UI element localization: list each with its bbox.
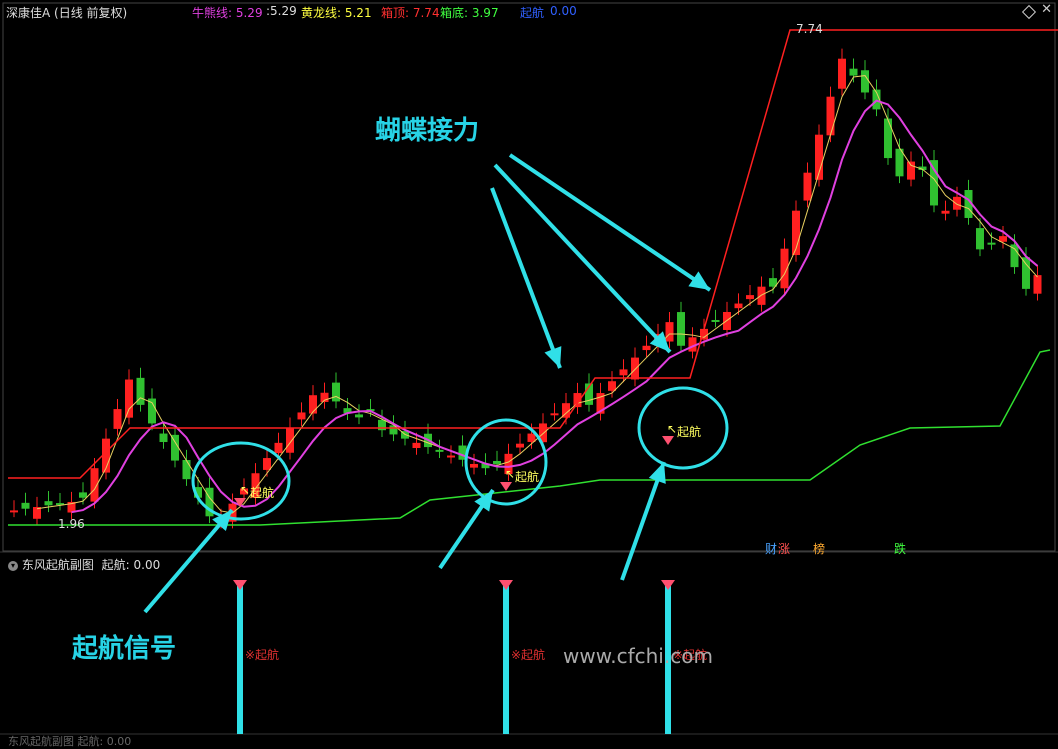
- candle-body: [470, 463, 478, 468]
- gem-icon: [500, 482, 512, 491]
- indicator-bull-bear: 牛熊线: 5.29: [192, 6, 263, 20]
- gem-icon: [233, 580, 247, 590]
- signal-annotation: 起航信号: [72, 634, 177, 664]
- candle-body: [516, 443, 524, 448]
- sub-panel-value: 起航: 0.00: [101, 558, 161, 572]
- bottom-panel-title: 东风起航副图: [8, 735, 74, 748]
- signal-arrow-3: ↖: [667, 422, 678, 436]
- candle-body: [665, 322, 674, 342]
- sub-signal-text-2: ※起航: [511, 648, 546, 662]
- candle-body: [608, 381, 616, 391]
- candle-body: [159, 433, 168, 443]
- close-icon[interactable]: ✕: [1041, 2, 1052, 17]
- sub-panel-title: 东风起航副图: [21, 558, 94, 572]
- candle-body: [309, 395, 317, 414]
- signal-arrow-2-head: [474, 490, 493, 512]
- candle-body: [21, 502, 30, 509]
- stock-chart-window: 深康佳A (日线 前复权) 牛熊线: 5.29 :5.29 黄龙线: 5.21 …: [0, 0, 1058, 748]
- sub-signal-bar-2: [503, 586, 509, 734]
- candle-body: [435, 449, 444, 452]
- signal-label-2: 起航: [515, 470, 540, 484]
- bottom-panel-header: 东风起航副图 起航: 0.00: [8, 733, 131, 749]
- candle-body: [447, 455, 455, 458]
- watermark: www.cfchi.com: [563, 644, 713, 668]
- butterfly-arrow-3: [508, 153, 712, 292]
- indicator-bull-bear-value: :5.29: [266, 4, 297, 18]
- gem-icon: [661, 580, 675, 590]
- candle-body: [861, 70, 869, 93]
- candle-body: [987, 242, 996, 245]
- candle-body: [838, 58, 846, 89]
- gem-icon: [662, 436, 674, 445]
- candle-body: [677, 312, 685, 346]
- candle-body: [941, 210, 950, 214]
- badge-cai[interactable]: 财: [764, 540, 778, 557]
- high-price-label: 7.74: [796, 22, 823, 36]
- sub-panel-header: ▾ 东风起航副图 起航: 0.00: [8, 556, 160, 573]
- candle-body: [550, 413, 559, 416]
- sub-signal-bar-1: [237, 586, 243, 734]
- candle-body: [113, 409, 122, 429]
- candle-body: [182, 460, 191, 480]
- signal-arrow-2: ↖: [505, 467, 516, 481]
- butterfly-arrow-1-head: [544, 346, 562, 368]
- candle-body: [263, 458, 271, 470]
- butterfly-arrow-1: [490, 187, 562, 369]
- bull-bear-line: [71, 99, 1039, 514]
- signal-label-1: 起航: [250, 486, 275, 500]
- candle-body: [1022, 257, 1030, 289]
- candle-body: [826, 96, 835, 136]
- candle-body: [79, 492, 87, 498]
- candle-body: [849, 68, 858, 76]
- candle-body: [746, 295, 754, 300]
- candle-body: [619, 369, 628, 376]
- bottom-panel-value: 起航: 0.00: [77, 735, 132, 748]
- candle-body: [332, 382, 340, 402]
- candle-body: [803, 172, 812, 201]
- candle-body: [493, 460, 501, 464]
- candle-body: [953, 196, 961, 210]
- candle-body: [10, 510, 18, 513]
- low-price-label: 1.96: [58, 517, 85, 531]
- candle-body: [642, 345, 651, 351]
- candle-body: [711, 319, 720, 322]
- indicator-qihang: 起航: [520, 6, 545, 20]
- signal-arrow-1: ↖: [240, 483, 251, 497]
- indicator-box-bottom: 箱底: 3.97: [440, 6, 499, 20]
- butterfly-annotation: 蝴蝶接力: [375, 116, 480, 146]
- butterfly-arrow-2: [493, 163, 672, 354]
- candle-body: [884, 118, 892, 159]
- indicator-yellow-dragon: 黄龙线: 5.21: [301, 6, 372, 20]
- candle-body: [976, 228, 984, 250]
- collapse-icon[interactable]: ▾: [8, 560, 18, 571]
- badge-bang[interactable]: 榜: [812, 540, 826, 557]
- candle-body: [286, 427, 294, 453]
- badge-zhang[interactable]: 涨: [777, 540, 791, 557]
- signal-circle-1: [191, 441, 291, 521]
- candle-body: [44, 501, 53, 506]
- badge-die[interactable]: 跌: [893, 540, 907, 557]
- candle-body: [125, 379, 133, 418]
- candle-body: [297, 412, 306, 420]
- box-top-line: [8, 29, 1058, 479]
- candle-body: [1033, 275, 1042, 294]
- indicator-qihang-value: 0.00: [550, 4, 577, 18]
- candle-body: [631, 357, 639, 380]
- butterfly-arrow-3-head: [688, 271, 710, 290]
- candle-body: [907, 161, 915, 180]
- candle-body: [412, 442, 421, 449]
- candle-body: [757, 286, 766, 305]
- gem-icon: [499, 580, 513, 590]
- candle-body: [171, 434, 179, 461]
- candle-body: [734, 303, 743, 309]
- sub-signal-text-1: ※起航: [245, 648, 280, 662]
- indicator-box-top: 箱顶: 7.74: [381, 6, 440, 20]
- window-title: 深康佳A (日线 前复权): [6, 6, 128, 20]
- signal-label-3: 起航: [677, 425, 702, 439]
- candle-body: [274, 442, 283, 454]
- candle-body: [355, 414, 363, 418]
